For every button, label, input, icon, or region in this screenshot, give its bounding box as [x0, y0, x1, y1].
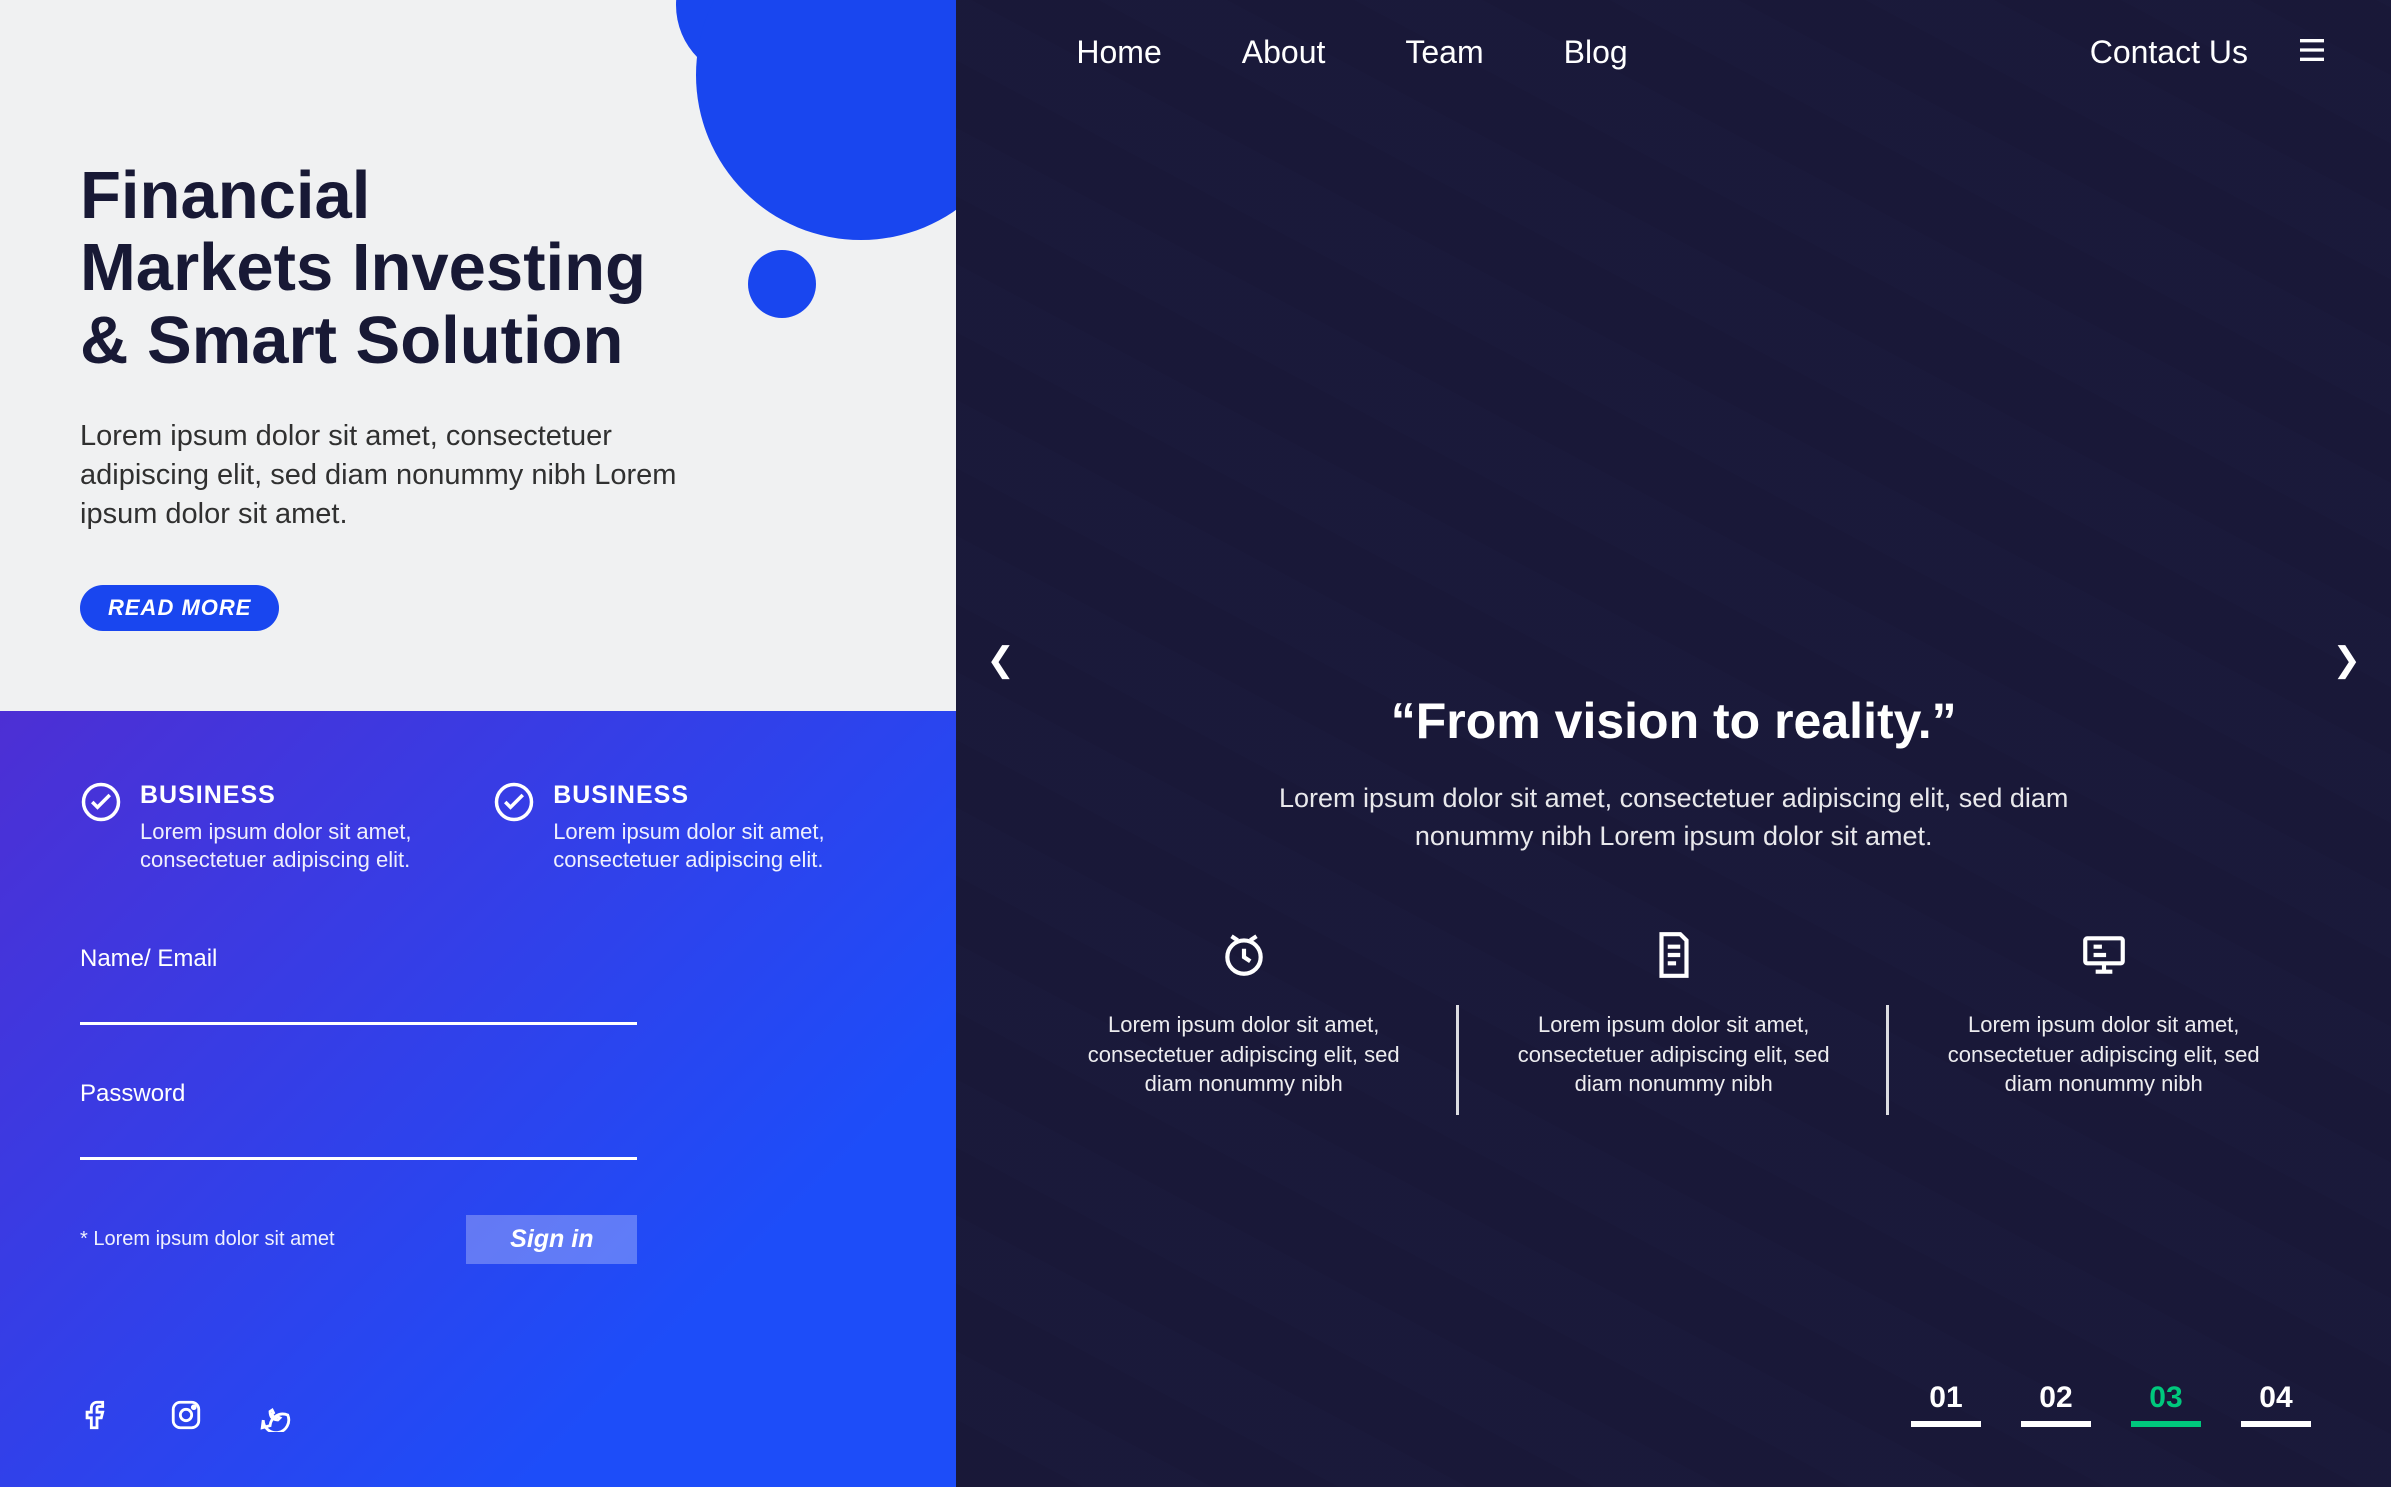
- hero-title: Financial Markets Investing & Smart Solu…: [80, 160, 740, 377]
- business-row: BUSINESS Lorem ipsum dolor sit amet, con…: [80, 781, 876, 875]
- left-column: Financial Markets Investing & Smart Solu…: [0, 0, 956, 1487]
- facebook-icon[interactable]: [80, 1398, 114, 1437]
- monitor-icon: [1927, 930, 2281, 985]
- business-desc: Lorem ipsum dolor sit amet, consectetuer…: [140, 818, 463, 875]
- slider-quote: “From vision to reality.”: [1224, 692, 2124, 750]
- read-more-button[interactable]: READ MORE: [80, 585, 279, 631]
- hero-description: Lorem ipsum dolor sit amet, consectetuer…: [80, 417, 680, 534]
- signin-panel: BUSINESS Lorem ipsum dolor sit amet, con…: [0, 711, 956, 1487]
- slider-prev-icon[interactable]: ❮: [986, 640, 1015, 680]
- slide-pager: 01 02 03 04: [1911, 1381, 2311, 1427]
- login-form: Name/ Email Password * Lorem ipsum dolor…: [80, 945, 637, 1264]
- page-number: 04: [2241, 1381, 2311, 1415]
- password-input[interactable]: [80, 1126, 637, 1160]
- hero-title-line: Markets Investing: [80, 230, 646, 305]
- page-04[interactable]: 04: [2241, 1381, 2311, 1427]
- hero-title-line: Financial: [80, 158, 370, 233]
- password-label: Password: [80, 1080, 637, 1108]
- feature-item: Lorem ipsum dolor sit amet, consectetuer…: [1029, 930, 1459, 1099]
- business-label: BUSINESS: [553, 781, 876, 810]
- feature-item: Lorem ipsum dolor sit amet, consectetuer…: [1889, 930, 2319, 1099]
- feature-row: Lorem ipsum dolor sit amet, consectetuer…: [956, 930, 2391, 1099]
- page-02[interactable]: 02: [2021, 1381, 2091, 1427]
- business-label: BUSINESS: [140, 781, 463, 810]
- hero-section: Financial Markets Investing & Smart Solu…: [0, 0, 956, 711]
- social-links: [80, 1348, 876, 1437]
- name-email-input[interactable]: [80, 991, 637, 1025]
- slider-desc: Lorem ipsum dolor sit amet, consectetuer…: [1224, 780, 2124, 856]
- business-item: BUSINESS Lorem ipsum dolor sit amet, con…: [80, 781, 463, 875]
- hero-slider: ❮ ❯ “From vision to reality.” Lorem ipsu…: [956, 0, 2391, 1487]
- feature-text: Lorem ipsum dolor sit amet, consectetuer…: [1067, 1010, 1421, 1099]
- form-note: * Lorem ipsum dolor sit amet: [80, 1228, 335, 1251]
- page-underline: [2241, 1421, 2311, 1427]
- feature-text: Lorem ipsum dolor sit amet, consectetuer…: [1927, 1010, 2281, 1099]
- page-underline: [1911, 1421, 1981, 1427]
- page-underline: [2021, 1421, 2091, 1427]
- clock-icon: [1067, 930, 1421, 985]
- feature-item: Lorem ipsum dolor sit amet, consectetuer…: [1459, 930, 1889, 1099]
- slider-content: “From vision to reality.” Lorem ipsum do…: [1224, 692, 2124, 856]
- instagram-icon[interactable]: [169, 1398, 203, 1437]
- right-column: Home About Team Blog Contact Us ❮ ❯ “Fro…: [956, 0, 2391, 1487]
- name-email-field-wrapper: Name/ Email: [80, 945, 637, 1025]
- sign-in-button[interactable]: Sign in: [466, 1215, 637, 1264]
- blob-decor: [748, 250, 816, 318]
- page-03[interactable]: 03: [2131, 1381, 2201, 1427]
- form-footer: * Lorem ipsum dolor sit amet Sign in: [80, 1215, 637, 1264]
- business-desc: Lorem ipsum dolor sit amet, consectetuer…: [553, 818, 876, 875]
- business-item: BUSINESS Lorem ipsum dolor sit amet, con…: [493, 781, 876, 875]
- page-number: 02: [2021, 1381, 2091, 1415]
- check-circle-icon: [80, 781, 122, 875]
- page-01[interactable]: 01: [1911, 1381, 1981, 1427]
- feature-text: Lorem ipsum dolor sit amet, consectetuer…: [1497, 1010, 1851, 1099]
- check-circle-icon: [493, 781, 535, 875]
- hero-title-line: & Smart Solution: [80, 303, 623, 378]
- page-number: 01: [1911, 1381, 1981, 1415]
- page-underline: [2131, 1421, 2201, 1427]
- document-icon: [1497, 930, 1851, 985]
- page-number: 03: [2131, 1381, 2201, 1415]
- whatsapp-icon[interactable]: [258, 1398, 292, 1437]
- password-field-wrapper: Password: [80, 1080, 637, 1160]
- name-email-label: Name/ Email: [80, 945, 637, 973]
- slider-next-icon[interactable]: ❯: [2332, 640, 2361, 680]
